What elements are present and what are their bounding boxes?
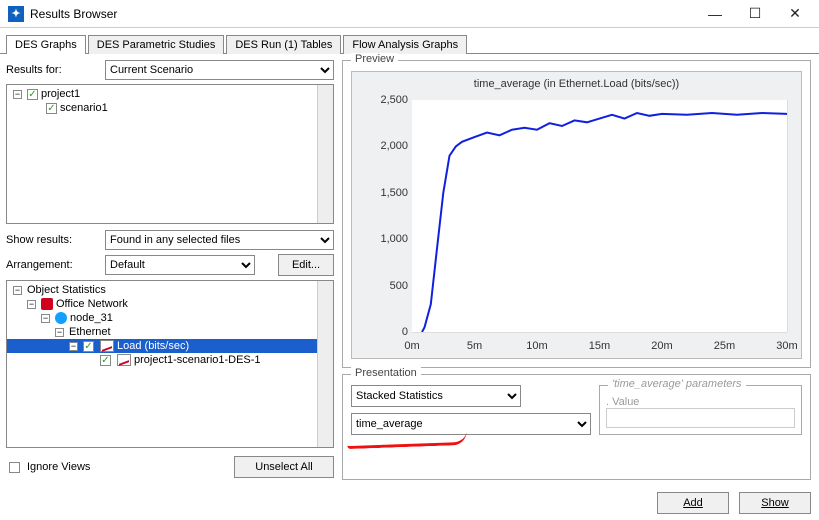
tree-project-row[interactable]: − ✓ project1 [7,87,333,101]
preview-group: Preview time_average (in Ethernet.Load (… [342,60,811,368]
checkbox-icon[interactable]: ✓ [100,355,111,366]
y-tick-label: 1,500 [380,187,408,199]
preview-legend: Preview [351,53,398,65]
tree-label: Load (bits/sec) [117,340,189,352]
chart-area: time_average (in Ethernet.Load (bits/sec… [351,71,802,359]
tree-label: project1-scenario1-DES-1 [134,354,261,366]
ignore-views-label: Ignore Views [27,461,90,473]
left-panel: Results for: Current Scenario − ✓ projec… [0,54,340,520]
show-button[interactable]: Show [739,492,811,514]
checkbox-icon[interactable]: ✓ [46,103,57,114]
tree-scenario-row[interactable]: ✓ scenario1 [7,101,333,115]
minimize-button[interactable]: — [695,2,735,26]
edit-button[interactable]: Edit... [278,254,334,276]
stat-icon [117,354,131,366]
tree-row[interactable]: − Office Network [7,297,333,311]
tree-row[interactable]: − Ethernet [7,325,333,339]
scrollbar[interactable] [317,281,333,447]
params-legend: 'time_average' parameters [608,378,746,390]
tree-label: project1 [41,88,80,100]
expand-icon[interactable]: − [27,300,36,309]
title-bar: ✦ Results Browser — ☐ ✕ [0,0,819,28]
tab-des-parametric[interactable]: DES Parametric Studies [88,35,225,54]
x-tick-label: 15m [589,340,610,352]
chart-line [422,113,787,332]
y-tick-label: 500 [390,280,408,292]
network-icon [41,298,53,310]
unselect-all-button[interactable]: Unselect All [234,456,334,478]
tree-label: Office Network [56,298,128,310]
arrangement-select[interactable]: Default [105,255,255,275]
node-icon [55,312,67,324]
chart-title: time_average (in Ethernet.Load (bits/sec… [352,78,801,90]
results-for-select[interactable]: Current Scenario [105,60,334,80]
tree-label: Object Statistics [27,284,106,296]
window-title: Results Browser [30,7,695,21]
x-tick-label: 30m [776,340,797,352]
expand-icon[interactable]: − [55,328,64,337]
checkbox-icon[interactable]: ✓ [83,341,94,352]
annotation-mark [347,427,468,449]
expand-icon[interactable]: − [69,342,78,351]
tab-flow-analysis[interactable]: Flow Analysis Graphs [343,35,467,54]
params-group: 'time_average' parameters . Value [599,385,802,435]
y-tick-label: 0 [402,326,408,338]
scenario-tree[interactable]: − ✓ project1 ✓ scenario1 [6,84,334,224]
param-value-input[interactable] [606,408,795,428]
tab-bar: DES Graphs DES Parametric Studies DES Ru… [0,28,819,54]
param-label: . Value [606,396,795,408]
presentation-legend: Presentation [351,367,421,379]
right-panel: Preview time_average (in Ethernet.Load (… [340,54,819,520]
checkbox-icon[interactable]: ✓ [27,89,38,100]
statistics-tree[interactable]: − Object Statistics − Office Network − n… [6,280,334,448]
arrangement-label: Arrangement: [6,259,101,271]
x-tick-label: 0m [404,340,419,352]
maximize-button[interactable]: ☐ [735,2,775,26]
tree-row-selected[interactable]: − ✓ Load (bits/sec) [7,339,333,353]
tab-des-run-tables[interactable]: DES Run (1) Tables [226,35,341,54]
x-tick-label: 25m [714,340,735,352]
stat-icon [100,340,114,352]
tree-label: node_31 [70,312,113,324]
x-tick-label: 5m [467,340,482,352]
y-tick-label: 2,000 [380,140,408,152]
scrollbar[interactable] [317,85,333,223]
results-for-label: Results for: [6,64,101,76]
y-tick-label: 1,000 [380,233,408,245]
y-tick-label: 2,500 [380,94,408,106]
presentation-group: Presentation Stacked Statistics time_ave… [342,374,811,480]
show-results-label: Show results: [6,234,101,246]
expand-icon[interactable]: − [13,90,22,99]
tab-des-graphs[interactable]: DES Graphs [6,35,86,54]
app-icon: ✦ [8,6,24,22]
add-button[interactable]: Add [657,492,729,514]
ignore-views-checkbox[interactable]: ✓ [9,462,20,473]
presentation-mode-select[interactable]: Stacked Statistics [351,385,521,407]
tree-row[interactable]: ✓ project1-scenario1-DES-1 [7,353,333,367]
chart-svg [412,100,787,332]
tree-label: Ethernet [69,326,111,338]
x-tick-label: 20m [651,340,672,352]
show-results-select[interactable]: Found in any selected files [105,230,334,250]
tree-row[interactable]: − node_31 [7,311,333,325]
plot-region [412,100,787,332]
tree-row[interactable]: − Object Statistics [7,283,333,297]
tree-label: scenario1 [60,102,108,114]
expand-icon[interactable]: − [41,314,50,323]
close-button[interactable]: ✕ [775,2,815,26]
expand-icon[interactable]: − [13,286,22,295]
x-tick-label: 10m [526,340,547,352]
